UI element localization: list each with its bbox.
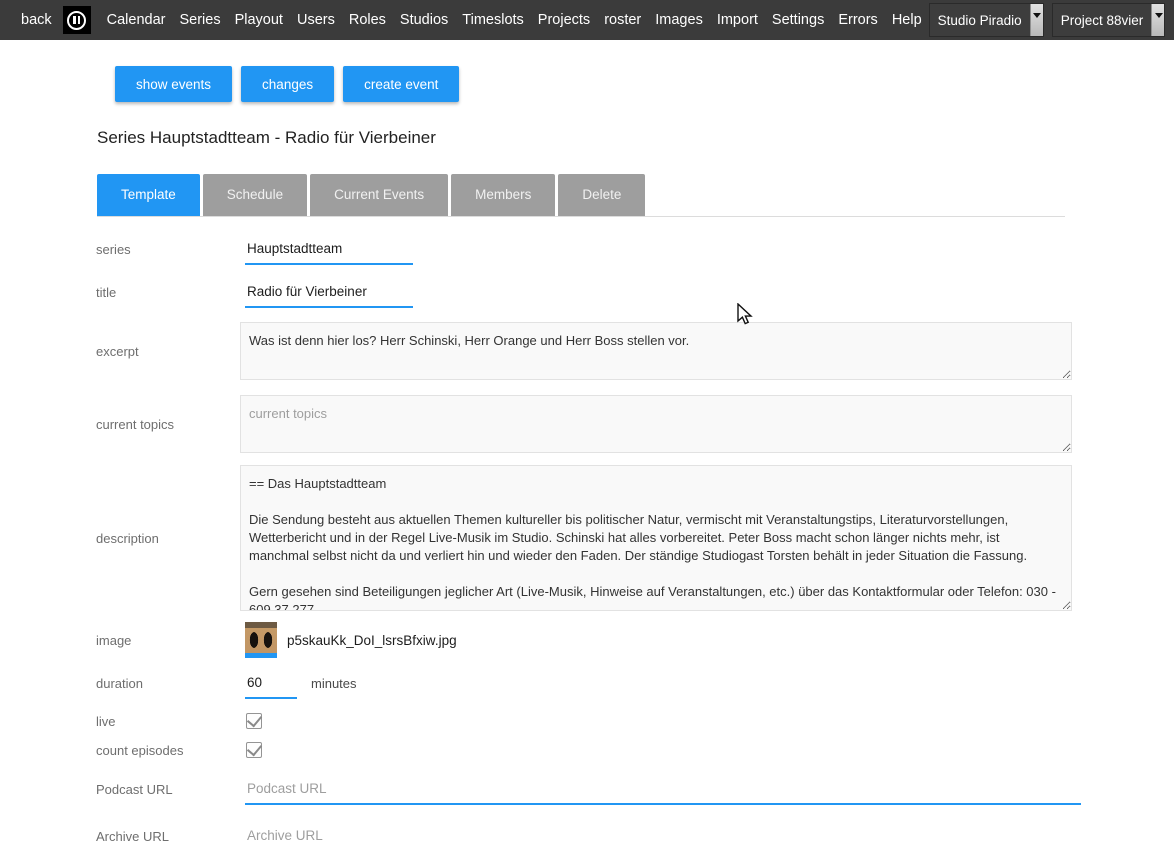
nav-item-series[interactable]: Series: [172, 12, 227, 28]
series-tabs: Template Schedule Current Events Members…: [97, 174, 1065, 217]
excerpt-textarea[interactable]: Was ist denn hier los? Herr Schinski, He…: [240, 322, 1072, 380]
nav-item-projects[interactable]: Projects: [531, 12, 597, 28]
nav-item-timeslots[interactable]: Timeslots: [455, 12, 531, 28]
changes-button[interactable]: changes: [241, 66, 334, 102]
archive-url-label: Archive URL: [96, 829, 240, 841]
duration-label: duration: [96, 676, 240, 691]
nav-back-link[interactable]: back: [14, 12, 61, 28]
image-label: image: [96, 633, 240, 648]
nav-item-import[interactable]: Import: [710, 12, 765, 28]
nav-item-studios[interactable]: Studios: [393, 12, 455, 28]
nav-item-settings[interactable]: Settings: [765, 12, 831, 28]
dropdown-arrow-icon[interactable]: [1151, 4, 1164, 36]
current-topics-label: current topics: [96, 417, 240, 432]
dropdown-arrow-icon[interactable]: [1030, 4, 1043, 36]
nav-item-help[interactable]: Help: [885, 12, 929, 28]
series-label: series: [96, 242, 240, 257]
show-events-button[interactable]: show events: [115, 66, 232, 102]
title-input[interactable]: [245, 277, 413, 308]
description-textarea[interactable]: == Das Hauptstadtteam Die Sendung besteh…: [240, 465, 1072, 611]
tab-delete[interactable]: Delete: [558, 174, 645, 216]
studio-select[interactable]: Studio Piradio: [929, 3, 1044, 37]
station-logo[interactable]: [63, 6, 91, 34]
studio-select-value: Studio Piradio: [930, 4, 1030, 36]
series-toolbar: show events changes create event: [115, 66, 1174, 102]
nav-item-roles[interactable]: Roles: [342, 12, 393, 28]
image-filename: p5skauKk_DoI_lsrsBfxiw.jpg: [287, 633, 457, 648]
nav-item-users[interactable]: Users: [290, 12, 342, 28]
nav-item-calendar[interactable]: Calendar: [100, 12, 173, 28]
series-input[interactable]: [245, 234, 413, 265]
pause-circle-icon: [67, 11, 86, 30]
nav-item-playout[interactable]: Playout: [228, 12, 290, 28]
podcast-url-label: Podcast URL: [96, 782, 240, 797]
tab-schedule[interactable]: Schedule: [203, 174, 307, 216]
duration-unit-label: minutes: [311, 676, 357, 691]
page-title: Series Hauptstadtteam - Radio für Vierbe…: [97, 128, 1174, 148]
archive-url-input[interactable]: [245, 821, 1081, 841]
duration-input[interactable]: [245, 668, 297, 699]
nav-item-roster[interactable]: roster: [597, 12, 648, 28]
top-navbar: back Calendar Series Playout Users Roles…: [0, 0, 1174, 40]
project-select[interactable]: Project 88vier: [1052, 3, 1166, 37]
count-episodes-checkbox[interactable]: [246, 742, 262, 758]
nav-item-errors[interactable]: Errors: [831, 12, 884, 28]
description-label: description: [96, 531, 240, 546]
template-form: series title excerpt Was ist denn hier l…: [96, 234, 1174, 841]
tab-current-events[interactable]: Current Events: [310, 174, 448, 216]
project-select-value: Project 88vier: [1053, 4, 1152, 36]
count-episodes-label: count episodes: [96, 743, 240, 758]
create-event-button[interactable]: create event: [343, 66, 459, 102]
podcast-url-input[interactable]: [245, 774, 1081, 805]
title-label: title: [96, 285, 240, 300]
excerpt-label: excerpt: [96, 344, 240, 359]
current-topics-textarea[interactable]: [240, 395, 1072, 453]
nav-item-images[interactable]: Images: [648, 12, 710, 28]
tab-template[interactable]: Template: [97, 174, 200, 216]
tab-members[interactable]: Members: [451, 174, 555, 216]
live-label: live: [96, 714, 240, 729]
series-image-thumbnail[interactable]: [245, 622, 277, 658]
live-checkbox[interactable]: [246, 713, 262, 729]
